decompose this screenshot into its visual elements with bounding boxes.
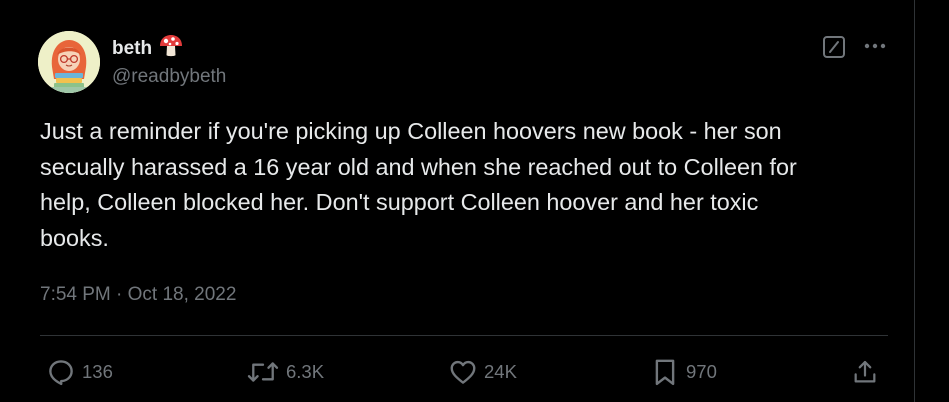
avatar-illustration: [38, 31, 100, 93]
share-icon: [854, 360, 876, 383]
repost-count: 6.3K: [286, 361, 325, 382]
mushroom-icon: [158, 34, 184, 64]
repost-button[interactable]: 6.3K: [246, 357, 324, 387]
heart-icon: [450, 360, 476, 384]
reply-icon: [49, 360, 73, 386]
grok-button[interactable]: [822, 35, 846, 59]
tweet-timestamp[interactable]: 7:54 PM · Oct 18, 2022: [40, 284, 236, 306]
bookmark-icon: [655, 359, 675, 386]
grok-icon: [823, 36, 845, 58]
like-button[interactable]: 24K: [448, 357, 517, 387]
reply-count: 136: [82, 361, 113, 382]
bookmark-button[interactable]: 970: [650, 357, 717, 387]
author-name[interactable]: beth: [112, 38, 152, 60]
share-button[interactable]: [851, 357, 879, 387]
like-count: 24K: [484, 361, 517, 382]
author-name-row[interactable]: beth: [112, 34, 184, 64]
divider: [40, 335, 888, 336]
avatar[interactable]: [38, 31, 100, 93]
repost-icon: [247, 362, 279, 382]
tweet-card: beth @readbybeth Just a reminder if you'…: [0, 0, 915, 402]
more-options-button[interactable]: [862, 36, 888, 56]
tweet-text: Just a reminder if you're picking up Col…: [40, 118, 797, 251]
more-options-icon: [864, 43, 886, 49]
bookmark-count: 970: [686, 361, 717, 382]
reply-button[interactable]: 136: [46, 357, 113, 387]
author-handle[interactable]: @readbybeth: [112, 66, 226, 88]
